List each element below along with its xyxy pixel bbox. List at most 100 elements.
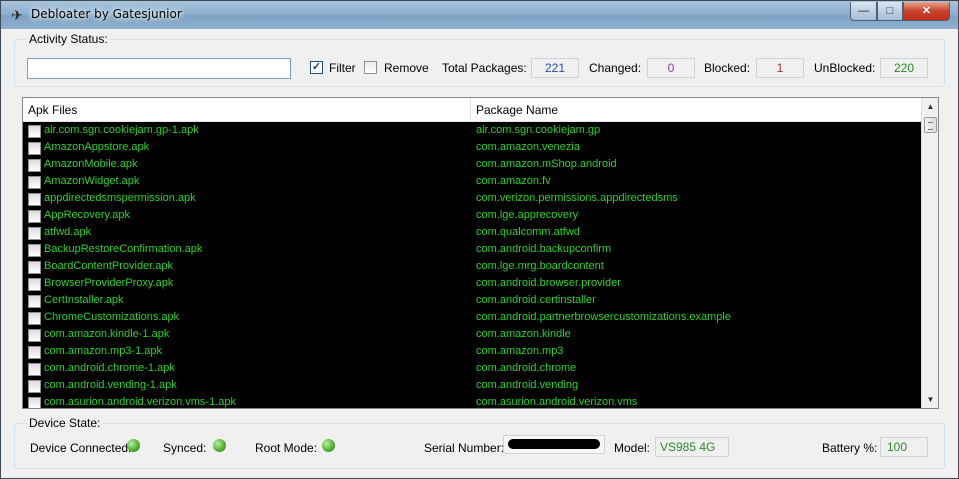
window-title: Debloater by Gatesjunior xyxy=(31,7,182,21)
device-connected-indicator xyxy=(127,439,140,452)
unblocked-value: 220 xyxy=(880,58,928,78)
column-header-package-name[interactable]: Package Name xyxy=(471,98,921,122)
list-item[interactable]: com.amazon.mp3-1.apk com.amazon.mp3 xyxy=(23,344,921,361)
battery-value: 100 xyxy=(880,437,928,457)
package-name: com.lge.apprecovery xyxy=(476,209,579,221)
list-item[interactable]: ChromeCustomizations.apk com.android.part… xyxy=(23,310,921,327)
package-name: com.amazon.mShop.android xyxy=(476,158,617,170)
apk-file-name: AppRecovery.apk xyxy=(44,209,131,221)
package-name: air.com.sgn.cookiejam.gp xyxy=(476,124,601,136)
redaction-mark xyxy=(508,439,600,449)
app-window: ✈ Debloater by Gatesjunior — □ ✕ Activit… xyxy=(0,0,959,479)
apk-file-name: CertInstaller.apk xyxy=(44,294,124,306)
blocked-label: Blocked: xyxy=(704,61,751,75)
list-item[interactable]: AppRecovery.apk com.lge.apprecovery xyxy=(23,208,921,225)
list-item[interactable]: AmazonMobile.apk com.amazon.mShop.android xyxy=(23,157,921,174)
apk-file-name: ChromeCustomizations.apk xyxy=(44,311,180,323)
package-name: com.android.certinstaller xyxy=(476,294,596,306)
list-item[interactable]: BackupRestoreConfirmation.apk com.android… xyxy=(23,242,921,259)
list-header: Apk Files Package Name xyxy=(23,98,921,122)
list-item[interactable]: atfwd.apk com.qualcomm.atfwd xyxy=(23,225,921,242)
total-packages-label: Total Packages: xyxy=(442,61,527,75)
client-area: Activity Status: ✓ Filter Remove Total P… xyxy=(7,30,952,474)
package-name: com.android.chrome xyxy=(476,362,577,374)
apk-file-name: appdirectedsmspermission.apk xyxy=(44,192,196,204)
apk-file-name: com.amazon.mp3-1.apk xyxy=(44,345,162,357)
list-item[interactable]: CertInstaller.apk com.android.certinstall… xyxy=(23,293,921,310)
package-name: com.qualcomm.atfwd xyxy=(476,226,580,238)
apk-file-name: AmazonMobile.apk xyxy=(44,158,138,170)
filter-label[interactable]: Filter xyxy=(329,61,356,75)
package-name: com.amazon.kindle xyxy=(476,328,571,340)
row-checkbox[interactable] xyxy=(28,125,41,138)
package-list[interactable]: Apk Files Package Name air.com.sgn.cooki… xyxy=(22,97,939,409)
package-name: com.amazon.mp3 xyxy=(476,345,564,357)
package-name: com.verizon.permissions.appdirectedsms xyxy=(476,192,678,204)
list-item[interactable]: BoardContentProvider.apk com.lge.mrg.boar… xyxy=(23,259,921,276)
column-header-apk-files[interactable]: Apk Files xyxy=(23,98,471,122)
apk-file-name: air.com.sgn.cookiejam.gp-1.apk xyxy=(44,124,199,136)
remove-checkbox[interactable] xyxy=(364,61,377,74)
changed-label: Changed: xyxy=(589,61,642,75)
close-button[interactable]: ✕ xyxy=(903,2,950,21)
list-item[interactable]: com.amazon.kindle-1.apk com.amazon.kindle xyxy=(23,327,921,344)
title-bar[interactable]: ✈ Debloater by Gatesjunior — □ ✕ xyxy=(1,1,958,29)
list-item[interactable]: AmazonAppstore.apk com.amazon.venezia xyxy=(23,140,921,157)
filter-checkbox[interactable]: ✓ xyxy=(310,61,323,74)
row-checkbox[interactable] xyxy=(28,397,41,408)
list-item[interactable]: AmazonWidget.apk com.amazon.fv xyxy=(23,174,921,191)
remove-label[interactable]: Remove xyxy=(384,61,429,75)
minimize-button[interactable]: — xyxy=(850,2,877,21)
list-item[interactable]: air.com.sgn.cookiejam.gp-1.apk air.com.sg… xyxy=(23,123,921,140)
model-value: VS985 4G xyxy=(655,437,729,457)
activity-status-field[interactable] xyxy=(27,58,291,79)
row-checkbox[interactable] xyxy=(28,380,41,393)
apk-file-name: com.amazon.kindle-1.apk xyxy=(44,328,170,340)
row-checkbox[interactable] xyxy=(28,159,41,172)
app-icon: ✈ xyxy=(11,7,23,23)
package-name: com.lge.mrg.boardcontent xyxy=(476,260,604,272)
list-item[interactable]: com.asurion.android.verizon.vms-1.apk com… xyxy=(23,395,921,408)
row-checkbox[interactable] xyxy=(28,312,41,325)
package-name: com.amazon.venezia xyxy=(476,141,580,153)
package-name: com.asurion.android.verizon.vms xyxy=(476,396,638,408)
row-checkbox[interactable] xyxy=(28,176,41,189)
list-item[interactable]: BrowserProviderProxy.apk com.android.brow… xyxy=(23,276,921,293)
list-item[interactable]: com.android.vending-1.apk com.android.ven… xyxy=(23,378,921,395)
scroll-up-icon[interactable]: ▲ xyxy=(922,98,939,115)
row-checkbox[interactable] xyxy=(28,244,41,257)
row-checkbox[interactable] xyxy=(28,210,41,223)
vertical-scrollbar[interactable]: ▲ ▼ xyxy=(921,98,938,408)
row-checkbox[interactable] xyxy=(28,193,41,206)
row-checkbox[interactable] xyxy=(28,261,41,274)
model-label: Model: xyxy=(614,441,651,455)
row-checkbox[interactable] xyxy=(28,329,41,342)
apk-file-name: BrowserProviderProxy.apk xyxy=(44,277,174,289)
scroll-thumb[interactable] xyxy=(924,117,937,133)
list-item[interactable]: appdirectedsmspermission.apk com.verizon.… xyxy=(23,191,921,208)
unblocked-label: UnBlocked: xyxy=(814,61,876,75)
list-item[interactable]: com.android.chrome-1.apk com.android.chro… xyxy=(23,361,921,378)
apk-file-name: com.asurion.android.verizon.vms-1.apk xyxy=(44,396,236,408)
battery-label: Battery %: xyxy=(822,441,878,455)
changed-value: 0 xyxy=(647,58,695,78)
root-mode-label: Root Mode: xyxy=(255,441,318,455)
row-checkbox[interactable] xyxy=(28,227,41,240)
row-checkbox[interactable] xyxy=(28,295,41,308)
activity-status-label: Activity Status: xyxy=(27,32,110,46)
blocked-value: 1 xyxy=(756,58,804,78)
apk-file-name: com.android.vending-1.apk xyxy=(44,379,177,391)
apk-file-name: BoardContentProvider.apk xyxy=(44,260,174,272)
synced-indicator xyxy=(213,439,226,452)
root-mode-indicator xyxy=(322,439,335,452)
maximize-button[interactable]: □ xyxy=(877,2,903,21)
apk-file-name: AmazonAppstore.apk xyxy=(44,141,150,153)
scroll-down-icon[interactable]: ▼ xyxy=(922,391,939,408)
row-checkbox[interactable] xyxy=(28,363,41,376)
device-state-label: Device State: xyxy=(27,416,103,430)
total-packages-value: 221 xyxy=(531,58,579,78)
row-checkbox[interactable] xyxy=(28,346,41,359)
row-checkbox[interactable] xyxy=(28,142,41,155)
row-checkbox[interactable] xyxy=(28,278,41,291)
device-connected-label: Device Connected: xyxy=(30,441,132,455)
